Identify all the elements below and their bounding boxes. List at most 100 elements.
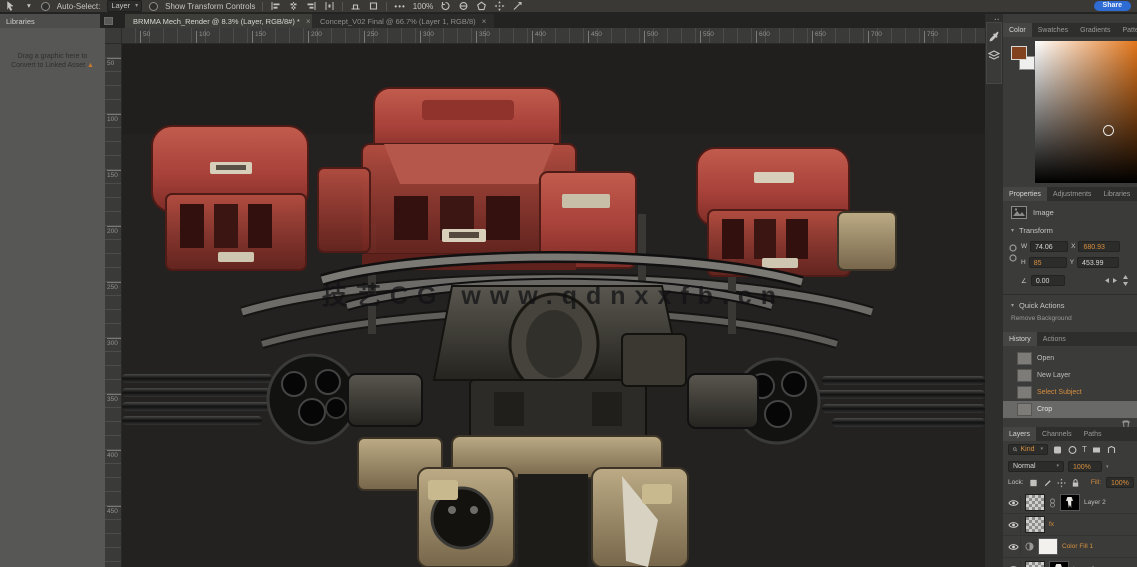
close-icon[interactable]: × bbox=[306, 17, 311, 26]
y-input[interactable]: 453.99 bbox=[1077, 257, 1120, 268]
align-center-icon[interactable] bbox=[288, 1, 299, 11]
link-dimensions-icon[interactable] bbox=[1009, 242, 1017, 264]
tab-channels[interactable]: Channels bbox=[1036, 427, 1078, 441]
blend-row: Normal ▾ 100% ▾ bbox=[1008, 461, 1134, 472]
h-ruler[interactable]: 50 100 150 200 250 300 350 400 450 500 550 600 650 70… bbox=[122, 28, 985, 44]
transform-header[interactable]: ▾ Transform bbox=[1011, 226, 1053, 235]
mode-pan-icon[interactable] bbox=[476, 1, 487, 11]
color-gradient-field[interactable] bbox=[1035, 41, 1137, 183]
align-distribute-more-icon[interactable] bbox=[350, 1, 361, 11]
transform-controls-checkbox[interactable] bbox=[149, 1, 159, 11]
tab-history[interactable]: History bbox=[1003, 332, 1037, 346]
opacity-input[interactable]: 100% bbox=[1068, 461, 1102, 472]
flip-vertical-icon[interactable] bbox=[1121, 275, 1131, 286]
visibility-toggle[interactable] bbox=[1006, 516, 1021, 533]
v-ruler[interactable]: 50 100 150 200 250 300 350 400 450 bbox=[105, 44, 122, 567]
layer-name[interactable]: Color Fill 1 bbox=[1062, 543, 1093, 550]
layer-row[interactable]: Color Fill 1 bbox=[1003, 536, 1137, 558]
layer-thumbnail[interactable] bbox=[1025, 560, 1045, 567]
canvas[interactable]: 技艺CG www.qdnxxfb.cn bbox=[122, 44, 985, 567]
document-tab-1[interactable]: BRMMA Mech_Render @ 8.3% (Layer, RGB/8#)… bbox=[125, 14, 319, 28]
history-item[interactable]: Open bbox=[1003, 350, 1137, 367]
history-item[interactable]: New Layer bbox=[1003, 367, 1137, 384]
auto-select-dropdown[interactable]: Layer ▾ bbox=[107, 0, 143, 12]
layer-mask-thumbnail[interactable] bbox=[1060, 494, 1080, 511]
tab-libraries[interactable]: Libraries bbox=[1097, 187, 1136, 201]
history-thumb bbox=[1017, 369, 1032, 382]
mode-orbit-icon[interactable] bbox=[458, 1, 469, 11]
filter-type-icon[interactable]: T bbox=[1082, 445, 1087, 454]
tab-layers[interactable]: Layers bbox=[1003, 427, 1037, 441]
angle-input[interactable]: 0.00 bbox=[1030, 275, 1065, 286]
ruler-tick: 50 bbox=[107, 58, 121, 67]
lock-position-icon[interactable] bbox=[1056, 478, 1066, 488]
tab-properties[interactable]: Properties bbox=[1003, 187, 1047, 201]
layer-row[interactable]: fx bbox=[1003, 514, 1137, 536]
history-item-selected[interactable]: Crop bbox=[1003, 401, 1137, 418]
filter-adjustment-icon[interactable] bbox=[1067, 445, 1078, 455]
layer-row[interactable]: Layer 2 bbox=[1003, 492, 1137, 514]
tool-preset-chevron[interactable]: ▾ bbox=[24, 1, 34, 11]
layer-row[interactable]: Layer 0 bbox=[1003, 558, 1137, 567]
dock-grip-icon[interactable]: ▪▪ bbox=[994, 17, 1000, 23]
lock-all-icon[interactable] bbox=[1071, 478, 1080, 488]
left-panel-tab[interactable]: Libraries bbox=[0, 14, 100, 28]
snap-icon[interactable] bbox=[368, 1, 379, 11]
width-input[interactable]: 74.06 bbox=[1030, 241, 1069, 252]
document-tab-2[interactable]: Concept_V02 Final @ 66.7% (Layer 1, RGB/… bbox=[312, 14, 495, 28]
visibility-toggle[interactable] bbox=[1006, 561, 1021, 567]
lock-pixels-icon[interactable] bbox=[1043, 478, 1052, 488]
fill-input[interactable]: 100% bbox=[1106, 477, 1134, 488]
fill-layer-thumbnail[interactable] bbox=[1038, 538, 1058, 555]
tab-patterns[interactable]: Patterns bbox=[1116, 23, 1137, 37]
layers-tool-icon[interactable] bbox=[988, 50, 1000, 60]
blend-mode-dropdown[interactable]: Normal ▾ bbox=[1008, 461, 1064, 472]
filter-shape-icon[interactable] bbox=[1091, 445, 1102, 455]
share-button[interactable]: Share bbox=[1093, 1, 1131, 11]
flip-horizontal-icon[interactable] bbox=[1105, 276, 1117, 285]
layer-thumbnail[interactable] bbox=[1025, 516, 1045, 533]
ruler-tick: 100 bbox=[107, 114, 121, 123]
filter-kind-dropdown[interactable]: Kind ▾ bbox=[1008, 444, 1048, 455]
image-thumbnail-icon bbox=[1011, 206, 1027, 219]
opacity-chevron[interactable]: ▾ bbox=[1106, 464, 1109, 470]
lock-transparency-icon[interactable] bbox=[1029, 478, 1038, 488]
more-options-glyph[interactable]: ••• bbox=[394, 2, 405, 11]
distribute-horizontal-icon[interactable] bbox=[324, 1, 335, 11]
mode-rotate-icon[interactable] bbox=[440, 1, 451, 11]
tab-actions[interactable]: Actions bbox=[1037, 332, 1072, 346]
auto-select-checkbox[interactable] bbox=[40, 1, 50, 11]
tab-paths[interactable]: Paths bbox=[1078, 427, 1108, 441]
mask-link-icon[interactable] bbox=[1049, 497, 1056, 508]
layer-mask-thumbnail[interactable] bbox=[1049, 560, 1069, 567]
ruler-origin-corner[interactable] bbox=[105, 28, 122, 44]
tab-gradients[interactable]: Gradients bbox=[1074, 23, 1116, 37]
color-picker-cursor[interactable] bbox=[1103, 125, 1114, 136]
filter-smartobject-icon[interactable] bbox=[1106, 445, 1117, 455]
close-icon[interactable]: × bbox=[482, 17, 487, 26]
eyedropper-tool-icon[interactable] bbox=[989, 31, 1000, 42]
eye-icon bbox=[1007, 543, 1019, 550]
quick-action-item[interactable]: Remove Background bbox=[1011, 315, 1072, 322]
tab-color[interactable]: Color bbox=[1003, 23, 1032, 37]
visibility-toggle[interactable] bbox=[1006, 538, 1021, 555]
history-item[interactable]: Select Subject bbox=[1003, 384, 1137, 401]
x-input[interactable]: 680.93 bbox=[1078, 241, 1121, 252]
filter-pixel-icon[interactable] bbox=[1052, 445, 1063, 455]
tab-swatches[interactable]: Swatches bbox=[1032, 23, 1074, 37]
align-left-icon[interactable] bbox=[270, 1, 281, 11]
mode-scale-icon[interactable] bbox=[512, 1, 523, 11]
foreground-color-swatch[interactable] bbox=[1011, 46, 1027, 60]
layer-thumbnail[interactable] bbox=[1025, 494, 1045, 511]
left-panel-menu-icon[interactable] bbox=[104, 17, 113, 25]
quick-actions-header[interactable]: ▾ Quick Actions bbox=[1011, 301, 1064, 310]
align-right-icon[interactable] bbox=[306, 1, 317, 11]
layer-name[interactable]: Layer 2 bbox=[1084, 499, 1106, 506]
mode-move3d-icon[interactable] bbox=[494, 1, 505, 11]
layer-name[interactable]: fx bbox=[1049, 521, 1054, 528]
ruler-tick: 450 bbox=[588, 31, 602, 43]
move-tool-icon[interactable] bbox=[6, 1, 17, 11]
tab-adjustments[interactable]: Adjustments bbox=[1047, 187, 1098, 201]
visibility-toggle[interactable] bbox=[1006, 494, 1021, 511]
height-input[interactable]: 85 bbox=[1028, 257, 1067, 268]
